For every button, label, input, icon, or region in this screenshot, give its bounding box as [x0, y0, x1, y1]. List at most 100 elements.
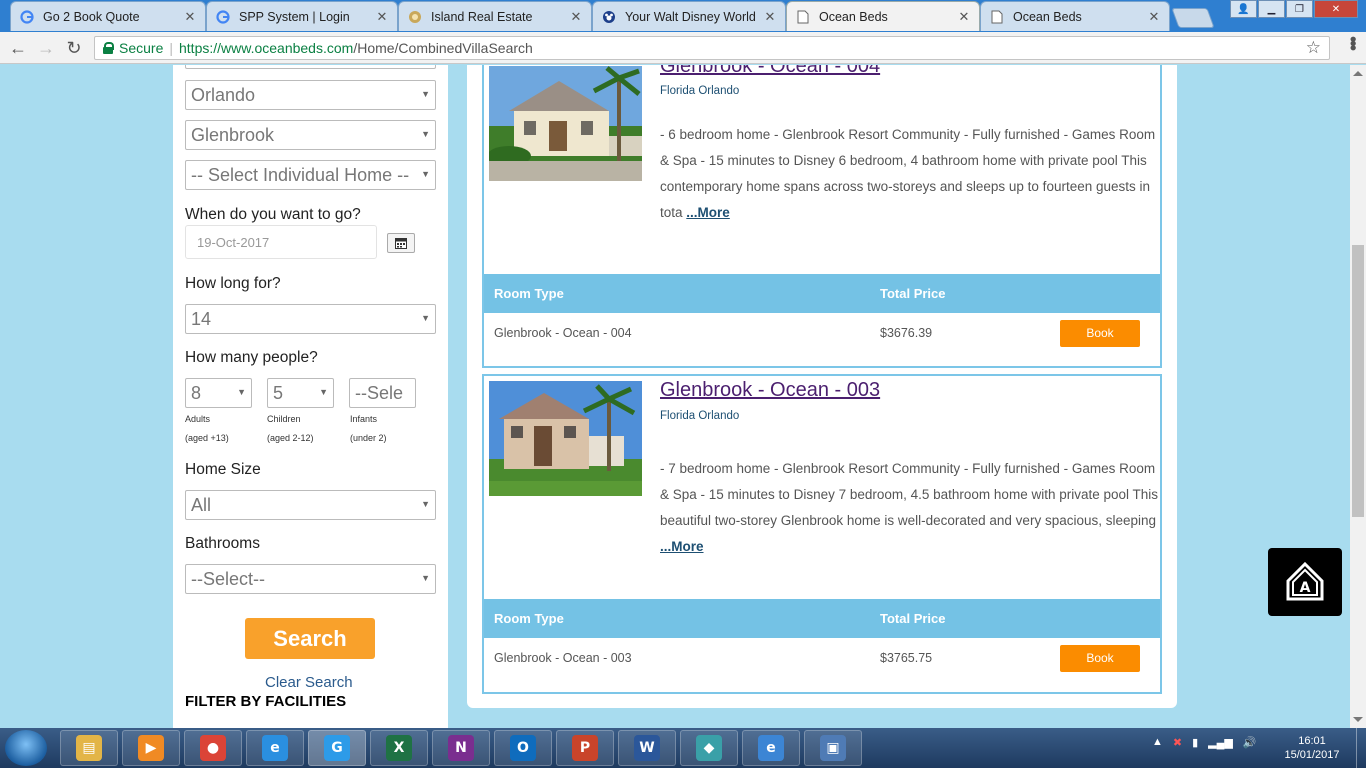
- chevron-down-icon: ▼: [319, 387, 328, 397]
- start-button[interactable]: [5, 730, 47, 766]
- homesize-select[interactable]: All ▼: [185, 490, 436, 520]
- search-button[interactable]: Search: [245, 618, 375, 659]
- villa-location: Florida Orlando: [660, 410, 740, 422]
- resort-select[interactable]: Glenbrook ▼: [185, 120, 436, 150]
- clock-time: 16:01: [1298, 735, 1326, 747]
- taskbar-button[interactable]: ▶: [122, 730, 180, 766]
- close-icon[interactable]: ✕: [183, 9, 197, 25]
- user-icon[interactable]: 👤: [1230, 0, 1257, 18]
- maximize-button[interactable]: ❐: [1286, 0, 1313, 18]
- reload-icon[interactable]: ↻: [64, 38, 84, 58]
- chevron-down-icon: ▼: [421, 169, 430, 179]
- tab-walt-disney-world[interactable]: Your Walt Disney World ✕: [592, 1, 786, 31]
- scroll-down-icon[interactable]: [1353, 717, 1363, 722]
- bookmark-star-icon[interactable]: ☆: [1306, 38, 1321, 58]
- scrollbar-thumb[interactable]: [1352, 245, 1364, 517]
- browser-menu-icon[interactable]: •••: [1342, 36, 1363, 49]
- window-controls: 👤 ▁ ❐ ✕: [1229, 0, 1358, 18]
- date-input[interactable]: 19-Oct-2017: [185, 225, 377, 259]
- taskbar-button[interactable]: e: [246, 730, 304, 766]
- window-close-button[interactable]: ✕: [1314, 0, 1358, 18]
- secure-label: Secure: [119, 40, 164, 56]
- power-icon[interactable]: ▮: [1192, 736, 1198, 749]
- back-arrow-icon[interactable]: ←: [8, 38, 28, 58]
- bathrooms-value: --Select--: [191, 569, 266, 589]
- show-desktop-button[interactable]: [1356, 728, 1366, 768]
- villa-card: Glenbrook - Ocean - 004 Florida Orlando …: [482, 65, 1162, 368]
- city-select[interactable]: Orlando ▼: [185, 80, 436, 110]
- taskbar-button[interactable]: W: [618, 730, 676, 766]
- powerpoint-icon: P: [572, 735, 598, 761]
- home-select[interactable]: -- Select Individual Home -- ▼: [185, 160, 436, 190]
- taskbar-button[interactable]: ●: [184, 730, 242, 766]
- tray-up-arrow-icon[interactable]: ▲: [1152, 736, 1163, 749]
- taskbar-button[interactable]: P: [556, 730, 614, 766]
- villa-photo[interactable]: [489, 66, 642, 181]
- page-scrollbar[interactable]: [1350, 65, 1366, 728]
- minimize-button[interactable]: ▁: [1258, 0, 1285, 18]
- clear-search-link[interactable]: Clear Search: [265, 674, 353, 691]
- bathrooms-select[interactable]: --Select-- ▼: [185, 564, 436, 594]
- close-icon[interactable]: ✕: [957, 9, 971, 25]
- more-link[interactable]: ...More: [686, 205, 730, 220]
- tab-spp-system[interactable]: SPP System | Login ✕: [206, 1, 398, 31]
- room-type-cell: Glenbrook - Ocean - 004: [494, 326, 632, 340]
- nights-value: 14: [191, 309, 212, 329]
- room-row: Glenbrook - Ocean - 004 $3676.39 Book: [484, 313, 1160, 367]
- volume-icon[interactable]: 🔊: [1243, 736, 1257, 749]
- new-tab-button[interactable]: [1171, 8, 1215, 28]
- infants-select[interactable]: --Sele: [349, 378, 416, 408]
- room-type-cell: Glenbrook - Ocean - 003: [494, 651, 632, 665]
- close-icon[interactable]: ✕: [375, 9, 389, 25]
- taskbar-button[interactable]: X: [370, 730, 428, 766]
- city-value: Orlando: [191, 85, 256, 105]
- villa-title-link[interactable]: Glenbrook - Ocean - 003: [660, 379, 880, 402]
- forward-arrow-icon[interactable]: →: [36, 38, 56, 58]
- close-icon[interactable]: ✕: [569, 9, 583, 25]
- chevron-down-icon: ▼: [421, 499, 430, 509]
- bathrooms-label: Bathrooms: [185, 535, 260, 552]
- tab-ocean-beds[interactable]: Ocean Beds ✕: [980, 1, 1170, 31]
- taskbar-button[interactable]: ▤: [60, 730, 118, 766]
- taskbar-button[interactable]: G: [308, 730, 366, 766]
- taskbar-button[interactable]: O: [494, 730, 552, 766]
- howlong-label: How long for?: [185, 275, 281, 292]
- book-button[interactable]: Book: [1060, 645, 1140, 672]
- internet-explorer-icon: e: [262, 735, 288, 761]
- accessibility-badge-icon[interactable]: A: [1268, 548, 1342, 616]
- close-icon[interactable]: ✕: [1147, 9, 1161, 25]
- room-type-header: Room Type: [494, 611, 564, 626]
- villa-title-link[interactable]: Glenbrook - Ocean - 004: [660, 65, 880, 78]
- more-link[interactable]: ...More: [660, 539, 704, 554]
- taskbar-button[interactable]: e: [742, 730, 800, 766]
- tab-title: Ocean Beds: [1013, 9, 1082, 24]
- adults-select[interactable]: 8 ▼: [185, 378, 252, 408]
- villa-photo[interactable]: [489, 381, 642, 496]
- children-select[interactable]: 5 ▼: [267, 378, 334, 408]
- tab-ocean-beds-active[interactable]: Ocean Beds ✕: [786, 1, 980, 31]
- chevron-down-icon: ▼: [237, 387, 246, 397]
- url-field[interactable]: Secure | https://www.oceanbeds.com /Home…: [94, 36, 1330, 60]
- country-select[interactable]: [185, 65, 436, 69]
- word-icon: W: [634, 735, 660, 761]
- tab-go2book-quote[interactable]: Go 2 Book Quote ✕: [10, 1, 206, 31]
- nights-select[interactable]: 14 ▼: [185, 304, 436, 334]
- system-clock[interactable]: 16:01 15/01/2017: [1276, 734, 1348, 762]
- signal-icon[interactable]: ▂▄▆: [1208, 736, 1233, 749]
- price-cell: $3765.75: [880, 651, 933, 665]
- scroll-up-icon[interactable]: [1353, 71, 1363, 76]
- network-icon[interactable]: ✖: [1173, 736, 1182, 749]
- svg-text:A: A: [1300, 580, 1311, 596]
- taskbar-button[interactable]: N: [432, 730, 490, 766]
- children-value: 5: [273, 383, 284, 403]
- tab-island-real-estate[interactable]: Island Real Estate ✕: [398, 1, 592, 31]
- tab-title: Go 2 Book Quote: [43, 9, 140, 24]
- close-icon[interactable]: ✕: [763, 9, 777, 25]
- go2book-icon: G: [324, 735, 350, 761]
- taskbar-button[interactable]: ▣: [804, 730, 862, 766]
- room-row: Glenbrook - Ocean - 003 $3765.75 Book: [484, 638, 1160, 692]
- calendar-icon[interactable]: [387, 233, 415, 253]
- book-button[interactable]: Book: [1060, 320, 1140, 347]
- taskbar-button[interactable]: ◆: [680, 730, 738, 766]
- tab-title: Island Real Estate: [431, 9, 533, 24]
